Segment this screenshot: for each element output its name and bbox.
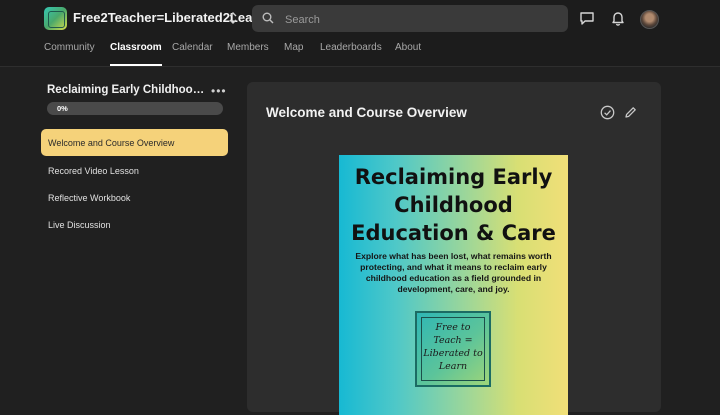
tab-community[interactable]: Community (44, 42, 95, 66)
bell-icon[interactable] (609, 9, 627, 27)
tab-map[interactable]: Map (284, 42, 303, 66)
search-input[interactable] (283, 9, 557, 30)
check-circle-icon[interactable] (600, 105, 615, 120)
tab-leaderboards[interactable]: Leaderboards (320, 42, 382, 66)
pencil-edit-icon[interactable] (623, 105, 638, 120)
tab-classroom[interactable]: Classroom (110, 42, 162, 66)
lesson-reflective-workbook[interactable]: Reflective Workbook (41, 184, 228, 211)
more-options-icon[interactable]: ••• (211, 84, 227, 98)
lesson-title: Welcome and Course Overview (266, 105, 467, 120)
tab-members[interactable]: Members (227, 42, 269, 66)
lesson-content-card: Welcome and Course Overview Reclaiming E… (247, 82, 661, 415)
search-bar[interactable] (252, 5, 568, 32)
app-logo[interactable] (44, 7, 67, 30)
lesson-live-discussion[interactable]: Live Discussion (41, 211, 228, 238)
lesson-label: Welcome and Course Overview (48, 138, 175, 148)
tab-calendar[interactable]: Calendar (172, 42, 213, 66)
lesson-welcome-and-course-overview[interactable]: Welcome and Course Overview (41, 129, 228, 156)
lesson-label: Reflective Workbook (48, 193, 131, 203)
lesson-recorded-video-lesson[interactable]: Recored Video Lesson (41, 157, 228, 184)
cover-subtitle: Explore what has been lost, what remains… (355, 251, 552, 294)
free-to-teach-logo: Free to Teach = Liberated to Learn (415, 311, 491, 387)
lesson-label: Recored Video Lesson (48, 166, 139, 176)
lesson-label: Live Discussion (48, 220, 111, 230)
course-progress-bar: 0% (47, 102, 223, 115)
cover-title: Reclaiming Early Childhood Education & C… (351, 165, 556, 245)
avatar[interactable] (640, 10, 659, 29)
search-icon (262, 12, 274, 24)
active-tab-indicator (110, 64, 162, 66)
progress-label: 0% (57, 104, 68, 113)
course-cover-image: Reclaiming Early Childhood Education & C… (339, 155, 568, 415)
tab-about[interactable]: About (395, 42, 421, 66)
chevron-up-down-icon[interactable] (228, 10, 238, 26)
course-title: Reclaiming Early Childhood Educ... (47, 84, 207, 96)
top-header: Free2Teacher=Liberated2Learn Community C… (0, 0, 720, 67)
chat-icon[interactable] (578, 9, 596, 27)
